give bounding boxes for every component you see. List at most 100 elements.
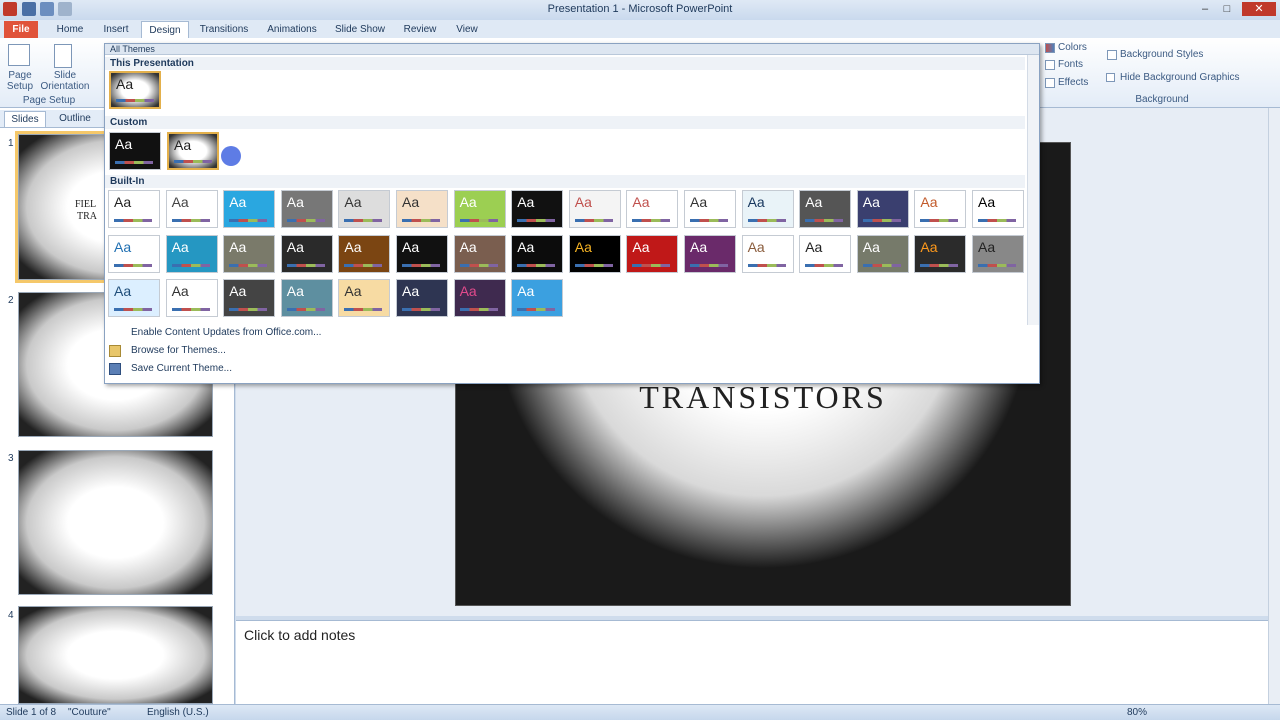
theme-builtin-28[interactable]: Aa [741, 234, 794, 273]
theme-builtin-33[interactable]: Aa [108, 279, 160, 317]
tab-insert[interactable]: Insert [97, 21, 135, 38]
thumb-title-2: TRA [77, 211, 97, 222]
page-setup-button[interactable]: Page Setup [2, 70, 38, 92]
background-styles-icon[interactable] [1107, 50, 1117, 60]
theme-sample-text: Aa [114, 194, 132, 210]
save-theme-item[interactable]: Save Current Theme... [105, 360, 1039, 378]
status-bar: Slide 1 of 8 "Couture" English (U.S.) 80… [0, 704, 1280, 720]
hide-bg-checkbox[interactable] [1106, 73, 1115, 82]
theme-sample-text: Aa [171, 283, 189, 299]
fonts-icon[interactable] [1045, 60, 1055, 70]
tab-outline[interactable]: Outline [52, 111, 98, 127]
theme-builtin-31[interactable]: Aa [914, 234, 967, 273]
theme-color-swatch [920, 219, 959, 222]
zoom-level[interactable]: 80% [1127, 707, 1147, 718]
theme-color-swatch [862, 219, 901, 222]
notes-pane[interactable]: Click to add notes [236, 620, 1268, 704]
theme-sample-text: Aa [174, 137, 192, 153]
background-styles-button[interactable]: Background Styles [1120, 49, 1203, 60]
theme-color-swatch [229, 263, 268, 267]
theme-sample-text: Aa [517, 283, 535, 299]
theme-builtin-6[interactable]: Aa [396, 190, 448, 228]
browse-themes-item[interactable]: Browse for Themes... [105, 342, 1039, 360]
maximize-icon[interactable]: □ [1218, 2, 1236, 16]
theme-builtin-24[interactable]: Aa [511, 234, 564, 273]
tab-view[interactable]: View [452, 21, 482, 38]
colors-button[interactable]: Colors [1058, 42, 1087, 53]
theme-builtin-25[interactable]: Aa [568, 234, 621, 273]
slide-title[interactable]: TRANSISTORS [456, 379, 1070, 416]
effects-icon[interactable] [1045, 78, 1055, 88]
theme-builtin-19[interactable]: Aa [223, 234, 276, 273]
theme-custom-2[interactable]: Aa [167, 132, 219, 170]
theme-builtin-14[interactable]: Aa [856, 190, 909, 228]
theme-color-swatch [574, 219, 613, 222]
theme-builtin-38[interactable]: Aa [396, 279, 448, 317]
vertical-scrollbar[interactable] [1268, 108, 1280, 704]
slide-orientation-icon[interactable] [54, 44, 72, 68]
slide-thumbnail-4[interactable] [18, 606, 213, 704]
minimize-icon[interactable]: – [1196, 2, 1214, 16]
theme-builtin-16[interactable]: Aa [972, 190, 1024, 228]
theme-color-swatch [114, 263, 152, 267]
theme-custom-1[interactable]: Aa [109, 132, 161, 170]
theme-builtin-37[interactable]: Aa [338, 279, 391, 317]
theme-builtin-17[interactable]: Aa [108, 234, 160, 273]
theme-builtin-10[interactable]: Aa [626, 190, 679, 228]
theme-sample-text: Aa [690, 238, 708, 255]
theme-sample-text: Aa [344, 238, 362, 255]
colors-icon[interactable] [1045, 43, 1055, 53]
theme-couture-current[interactable]: Aa [109, 71, 161, 109]
theme-builtin-34[interactable]: Aa [165, 279, 218, 317]
gallery-scrollbar[interactable] [1027, 55, 1039, 325]
theme-sample-text: Aa [747, 238, 765, 255]
theme-builtin-39[interactable]: Aa [453, 279, 506, 317]
theme-builtin-40[interactable]: Aa [511, 279, 564, 317]
theme-builtin-32[interactable]: Aa [972, 234, 1024, 273]
theme-color-swatch [344, 219, 383, 222]
theme-builtin-9[interactable]: Aa [568, 190, 621, 228]
tab-design[interactable]: Design [141, 21, 189, 38]
theme-builtin-13[interactable]: Aa [799, 190, 852, 228]
theme-color-swatch [229, 308, 268, 311]
fonts-button[interactable]: Fonts [1058, 59, 1083, 70]
theme-builtin-3[interactable]: Aa [223, 190, 276, 228]
theme-builtin-21[interactable]: Aa [338, 234, 391, 273]
theme-builtin-30[interactable]: Aa [856, 234, 909, 273]
mouse-cursor-highlight [221, 146, 241, 166]
theme-builtin-29[interactable]: Aa [799, 234, 852, 273]
language[interactable]: English (U.S.) [147, 707, 209, 718]
theme-builtin-26[interactable]: Aa [626, 234, 679, 273]
enable-updates-item[interactable]: Enable Content Updates from Office.com..… [105, 324, 1039, 342]
theme-builtin-27[interactable]: Aa [684, 234, 736, 273]
theme-builtin-36[interactable]: Aa [280, 279, 333, 317]
theme-builtin-5[interactable]: Aa [338, 190, 391, 228]
theme-color-swatch [632, 219, 671, 222]
theme-builtin-11[interactable]: Aa [684, 190, 736, 228]
tab-home[interactable]: Home [52, 21, 88, 38]
theme-builtin-22[interactable]: Aa [396, 234, 448, 273]
theme-builtin-1[interactable]: Aa [108, 190, 160, 228]
slide-orientation-button[interactable]: Slide Orientation [36, 70, 94, 92]
tab-transitions[interactable]: Transitions [196, 21, 252, 38]
tab-slides[interactable]: Slides [4, 111, 46, 127]
theme-builtin-4[interactable]: Aa [280, 190, 333, 228]
tab-slide-show[interactable]: Slide Show [332, 21, 388, 38]
theme-builtin-18[interactable]: Aa [165, 234, 218, 273]
theme-builtin-7[interactable]: Aa [453, 190, 506, 228]
close-icon[interactable]: ✕ [1242, 2, 1276, 16]
theme-builtin-2[interactable]: Aa [165, 190, 218, 228]
theme-builtin-23[interactable]: Aa [453, 234, 506, 273]
theme-builtin-12[interactable]: Aa [741, 190, 794, 228]
slide-thumbnail-3[interactable] [18, 450, 213, 595]
theme-builtin-8[interactable]: Aa [511, 190, 564, 228]
tab-animations[interactable]: Animations [263, 21, 321, 38]
tab-file[interactable]: File [4, 21, 38, 38]
effects-button[interactable]: Effects [1058, 77, 1088, 88]
theme-builtin-20[interactable]: Aa [280, 234, 333, 273]
theme-builtin-15[interactable]: Aa [914, 190, 967, 228]
tab-review[interactable]: Review [400, 21, 440, 38]
theme-builtin-35[interactable]: Aa [223, 279, 276, 317]
page-setup-icon[interactable] [8, 44, 30, 66]
gallery-header[interactable]: All Themes [105, 44, 1039, 55]
